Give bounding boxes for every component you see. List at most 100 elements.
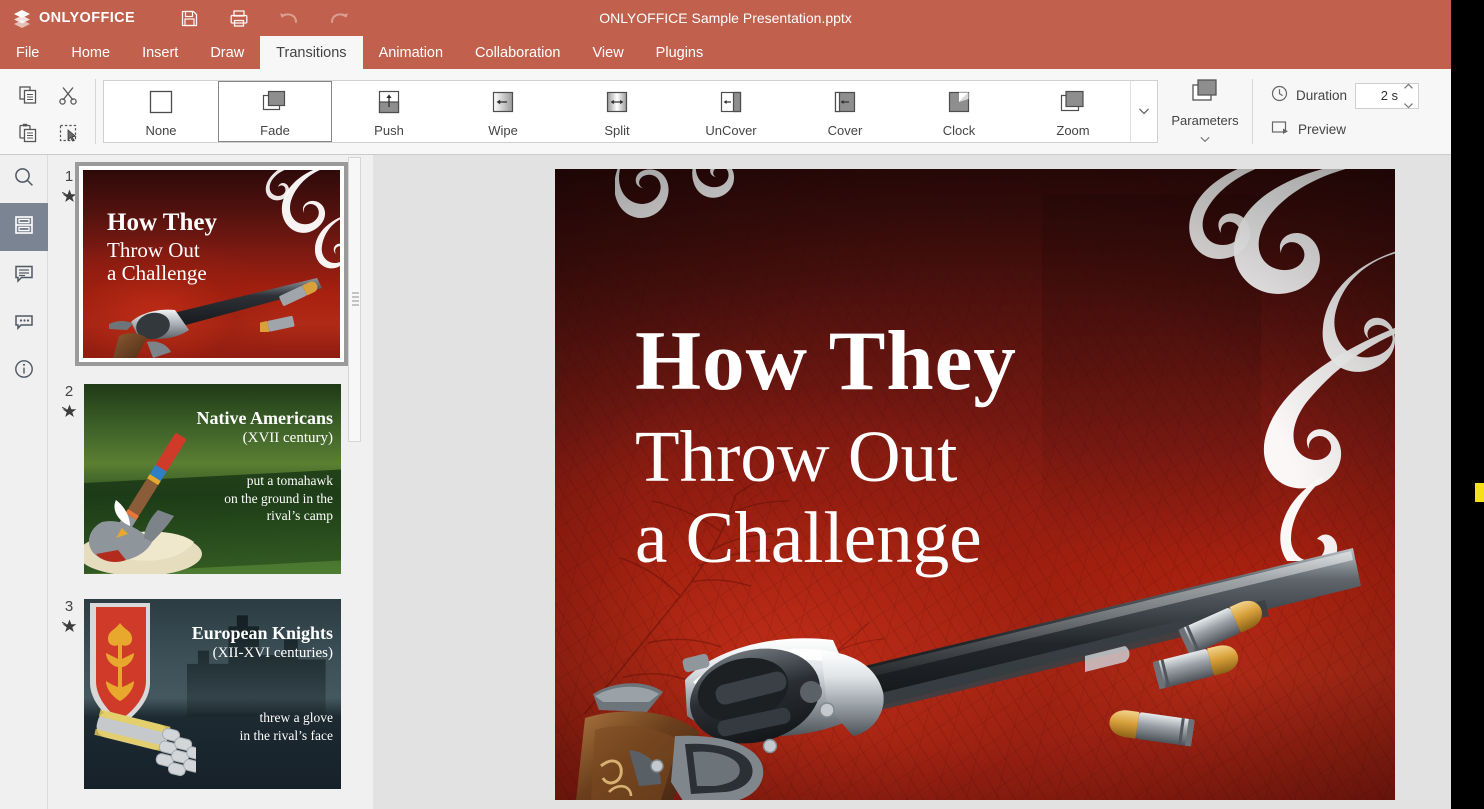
onlyoffice-stack-logo-icon — [12, 8, 32, 28]
timing-group: Duration 2 s — [1253, 69, 1419, 154]
chat-icon — [13, 310, 35, 337]
transition-star-icon[interactable] — [61, 403, 78, 425]
quick-access-toolbar — [178, 7, 350, 29]
thumbnail-scrollbar-thumb[interactable] — [348, 157, 361, 442]
paste-icon[interactable] — [8, 114, 48, 152]
transitions-ribbon: None Fade — [0, 69, 1451, 155]
undo-icon[interactable] — [278, 7, 300, 29]
transition-clock-icon — [941, 86, 977, 118]
thumbnail-body-3: threw a glove in the rival’s face — [240, 709, 333, 745]
brand-name: ONLYOFFICE — [39, 10, 135, 26]
thumbnail-slide-2[interactable]: 2 — [48, 370, 373, 585]
transition-none-icon — [143, 86, 179, 118]
divider — [95, 79, 96, 144]
thumbnail-image-2[interactable]: Native Americans (XVII century) put a to… — [84, 384, 341, 574]
save-icon[interactable] — [178, 7, 200, 29]
transition-uncover[interactable]: UnCover — [674, 81, 788, 142]
thumbnail-frame-selected[interactable]: How They Throw Out a Challenge — [75, 162, 348, 366]
title-bar: ONLYOFFICE — [0, 0, 1451, 36]
thumbnail-image-1: How They Throw Out a Challenge — [83, 170, 340, 358]
thumbnail-slide-3[interactable]: 3 — [48, 585, 373, 800]
transition-push[interactable]: Push — [332, 81, 446, 142]
thumbnail-image-3[interactable]: European Knights (XII-XVI centuries) thr… — [84, 599, 341, 789]
gallery-expand-button[interactable] — [1130, 81, 1157, 142]
tab-plugins[interactable]: Plugins — [640, 36, 720, 69]
thumbnail-title-3: European Knights (XII-XVI centuries) — [192, 623, 333, 662]
chevron-down-icon — [1138, 103, 1150, 121]
rail-item-search[interactable] — [0, 155, 48, 203]
parameters-button[interactable]: Parameters — [1158, 69, 1252, 154]
transition-split[interactable]: Split — [560, 81, 674, 142]
spinner-arrows[interactable] — [1403, 77, 1414, 114]
brand[interactable]: ONLYOFFICE — [12, 8, 162, 28]
tab-file[interactable]: File — [0, 36, 55, 69]
rail-item-comments[interactable] — [0, 251, 48, 299]
duration-spinner[interactable]: 2 s — [1355, 83, 1419, 109]
tab-view[interactable]: View — [577, 36, 640, 69]
bullets-illustration — [1105, 590, 1335, 760]
info-icon — [13, 358, 35, 385]
transition-star-icon[interactable] — [61, 618, 78, 640]
slides-icon — [13, 214, 35, 241]
thumbnail-body-2: put a tomahawk on the ground in the riva… — [224, 472, 333, 525]
slide-thumbnail-panel[interactable]: 1 How They — [48, 155, 373, 809]
current-slide-canvas[interactable]: How They Throw Out a Challenge — [555, 169, 1395, 800]
duration-row: Duration 2 s — [1271, 83, 1419, 109]
transition-none[interactable]: None — [104, 81, 218, 142]
print-icon[interactable] — [228, 7, 250, 29]
left-tool-rail — [0, 155, 48, 809]
onlyoffice-presentation-editor: ONLYOFFICE — [0, 0, 1484, 809]
thumbnail-title-2: Native Americans (XVII century) — [197, 408, 333, 447]
transition-uncover-icon — [713, 86, 749, 118]
transition-cover[interactable]: Cover — [788, 81, 902, 142]
parameters-icon — [1188, 76, 1222, 111]
transition-none-label: None — [145, 123, 176, 138]
scrollbar-grip-icon — [352, 292, 359, 308]
edge-marker[interactable] — [1475, 483, 1484, 502]
slide-title-text[interactable]: How They Throw Out a Challenge — [635, 319, 1275, 574]
tab-draw[interactable]: Draw — [194, 36, 260, 69]
copy-icon[interactable] — [8, 76, 48, 114]
tab-transitions[interactable]: Transitions — [260, 36, 362, 69]
redo-icon[interactable] — [328, 7, 350, 29]
slide-title-line-1: How They — [635, 319, 1275, 404]
transition-split-label: Split — [604, 123, 629, 138]
transition-fade-icon — [257, 86, 293, 118]
transition-wipe-icon — [485, 86, 521, 118]
scissors-icon[interactable] — [48, 76, 88, 114]
thumbnail-slide-1[interactable]: 1 How They — [48, 155, 373, 370]
slide-workspace[interactable]: How They Throw Out a Challenge — [373, 155, 1451, 809]
tab-collaboration[interactable]: Collaboration — [459, 36, 576, 69]
transition-fade[interactable]: Fade — [218, 81, 332, 142]
duration-value: 2 s — [1381, 88, 1398, 103]
right-edge-panel — [1451, 0, 1484, 809]
duration-label: Duration — [1296, 88, 1347, 103]
chevron-down-icon[interactable] — [1403, 96, 1414, 114]
transition-zoom[interactable]: Zoom — [1016, 81, 1130, 142]
preview-play-icon — [1271, 119, 1290, 141]
clock-icon — [1271, 85, 1288, 107]
preview-button[interactable]: Preview — [1271, 119, 1419, 141]
transition-uncover-label: UnCover — [705, 123, 756, 138]
transition-push-label: Push — [374, 123, 404, 138]
tab-animation[interactable]: Animation — [363, 36, 459, 69]
chevron-up-icon[interactable] — [1403, 77, 1414, 95]
transition-wipe-label: Wipe — [488, 123, 518, 138]
rail-item-chat[interactable] — [0, 299, 48, 347]
transition-clock[interactable]: Clock — [902, 81, 1016, 142]
transition-clock-label: Clock — [943, 123, 976, 138]
thumbnail-meta-3: 3 — [56, 599, 82, 640]
select-all-icon[interactable] — [48, 114, 88, 152]
thumbnail-scrollbar[interactable] — [348, 155, 361, 809]
transition-cover-label: Cover — [828, 123, 863, 138]
transition-wipe[interactable]: Wipe — [446, 81, 560, 142]
tab-insert[interactable]: Insert — [126, 36, 194, 69]
rail-item-about[interactable] — [0, 347, 48, 395]
transition-fade-label: Fade — [260, 123, 290, 138]
slide-title-line-2: Throw Out — [635, 420, 1275, 493]
rail-item-slides[interactable] — [0, 203, 48, 251]
slide-number: 2 — [65, 384, 73, 399]
tab-home[interactable]: Home — [55, 36, 126, 69]
comment-icon — [13, 262, 35, 289]
chevron-down-icon — [1199, 130, 1211, 148]
